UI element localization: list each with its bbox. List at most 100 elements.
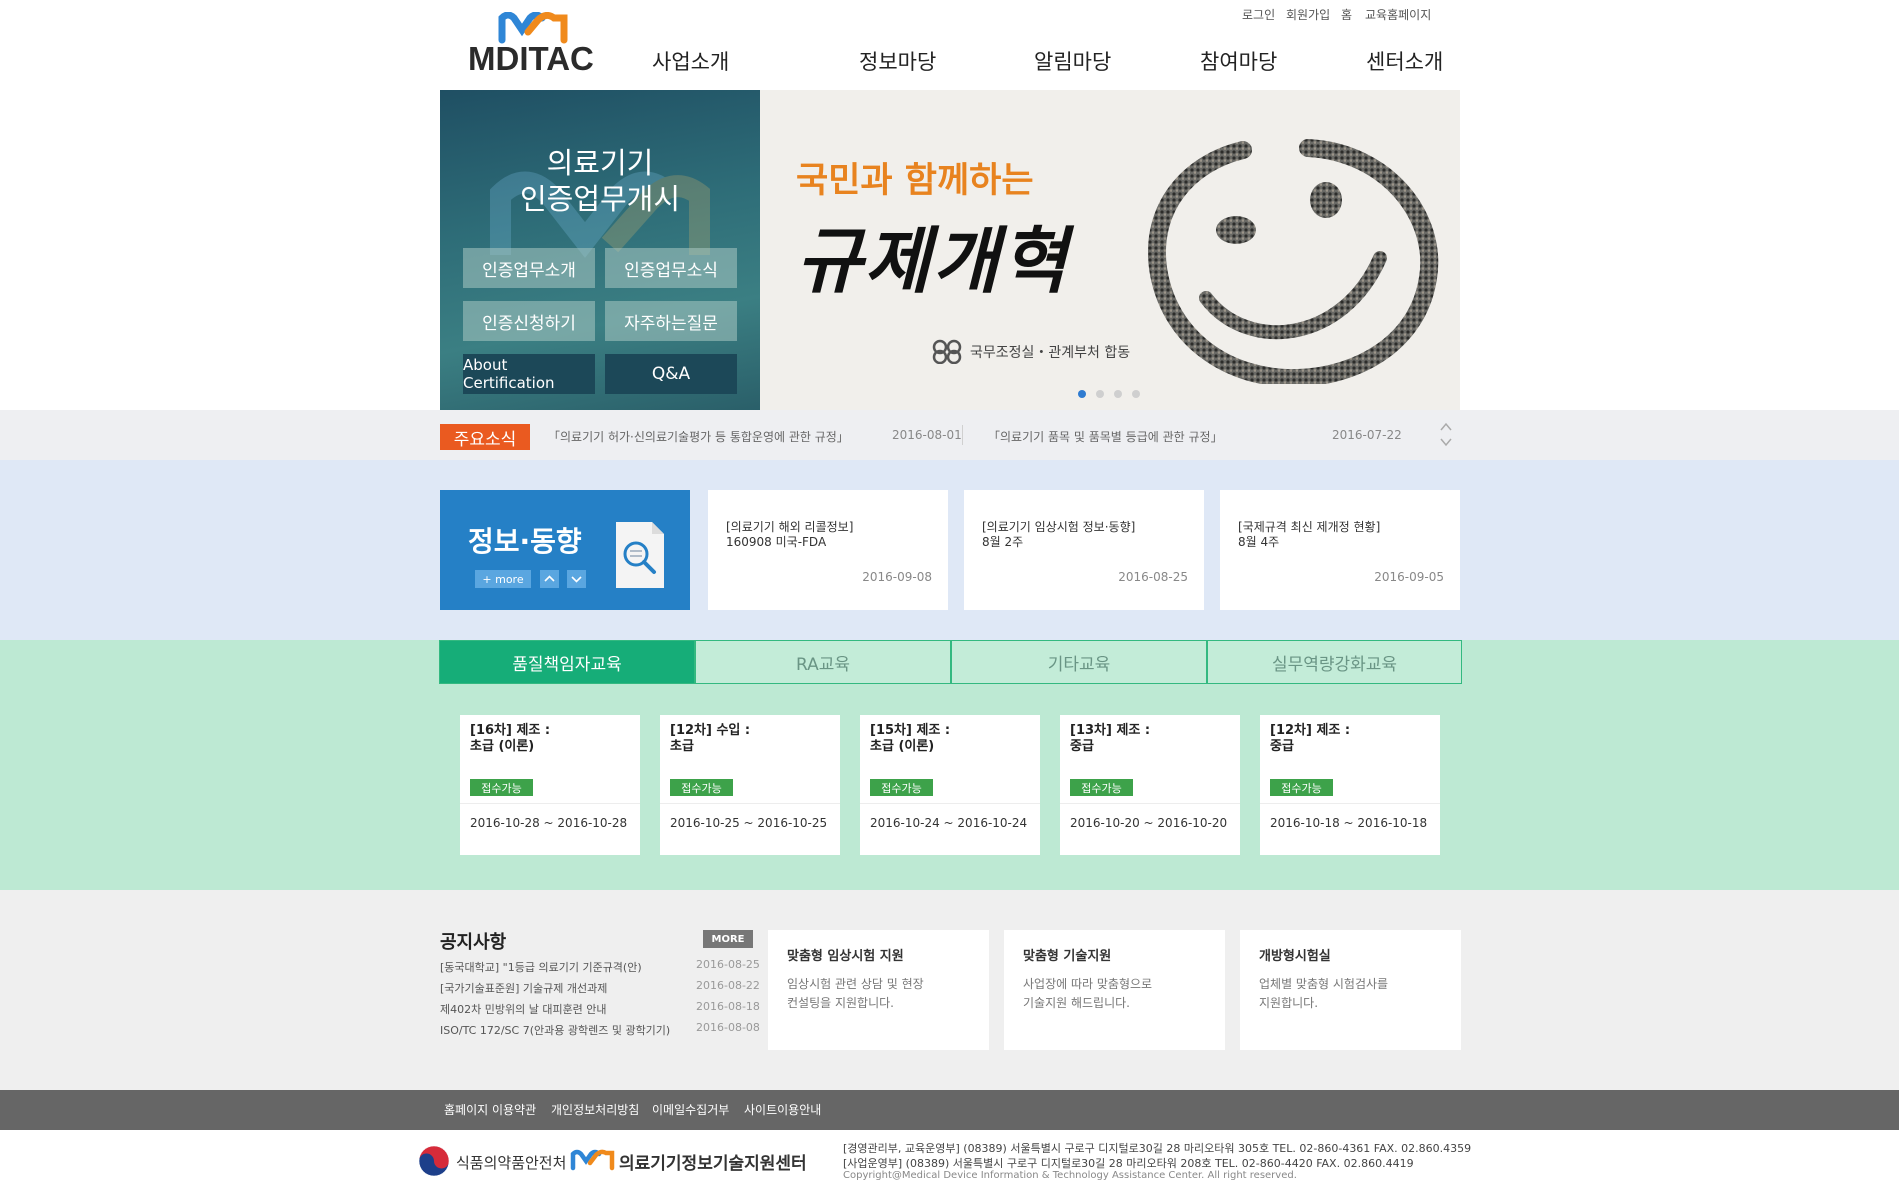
banner-calligraphy: 규제개혁	[796, 218, 1069, 303]
course-title-line1: [15차] 제조 :	[870, 723, 951, 738]
news-down-arrow-icon[interactable]	[1439, 437, 1453, 447]
info-card-date: 2016-08-25	[1118, 570, 1188, 584]
service-title: 맞춤형 기술지원	[1023, 949, 1112, 964]
status-badge: 접수가능	[870, 779, 933, 796]
nav-center[interactable]: 센터소개	[1366, 46, 1443, 76]
cert-title-line2: 인증업무개시	[519, 182, 681, 216]
smiley-crowd-icon	[1148, 139, 1439, 384]
nav-business[interactable]: 사업소개	[652, 46, 729, 76]
card-divider	[660, 803, 840, 804]
banner-headline: 국민과 함께하는	[796, 161, 1034, 201]
info-trend-title: 정보·동향	[468, 525, 582, 558]
cert-apply-button[interactable]: 인증신청하기	[463, 301, 595, 341]
nav-info[interactable]: 정보마당	[859, 46, 936, 76]
cert-intro-button[interactable]: 인증업무소개	[463, 248, 595, 288]
service-title: 개방형시험실	[1259, 949, 1331, 964]
card-divider	[1060, 803, 1240, 804]
home-link[interactable]: 홈	[1341, 6, 1352, 23]
site-header: MDITAC 로그인 회원가입 홈 교육홈페이지 사업소개 정보마당 알림마당 …	[0, 0, 1899, 90]
tab-other-education[interactable]: 기타교육	[951, 640, 1207, 684]
slide-dot-1[interactable]	[1078, 390, 1086, 398]
info-card[interactable]: [국제규격 최신 제개정 현황] 8월 4주 2016-09-05	[1220, 490, 1460, 610]
course-title-line1: [12차] 수입 :	[670, 723, 751, 738]
info-next-button[interactable]	[567, 570, 586, 588]
info-prev-button[interactable]	[540, 570, 559, 588]
course-title-line1: [13차] 제조 :	[1070, 723, 1151, 738]
nav-notice[interactable]: 알림마당	[1034, 46, 1111, 76]
signup-link[interactable]: 회원가입	[1286, 6, 1330, 23]
tab-ra-education[interactable]: RA교육	[695, 640, 951, 684]
nav-participation[interactable]: 참여마당	[1200, 46, 1277, 76]
cert-news-button[interactable]: 인증업무소식	[605, 248, 737, 288]
news-item-title[interactable]: 「의료기기 허가·신의료기술평가 등 통합운영에 관한 규정」	[548, 428, 849, 445]
info-card-category: [국제규격 최신 제개정 현황]	[1238, 520, 1381, 534]
notice-date: 2016-08-22	[696, 979, 760, 992]
course-period: 2016-10-24 ~ 2016-10-24	[870, 816, 1028, 830]
edu-homepage-link[interactable]: 교육홈페이지	[1365, 6, 1431, 23]
service-card-technical[interactable]: 맞춤형 기술지원 사업장에 따라 맞춤형으로 기술지원 해드립니다.	[1004, 930, 1225, 1050]
service-description: 사업장에 따라 맞춤형으로 기술지원 해드립니다.	[1023, 977, 1153, 1010]
cert-qna-button[interactable]: Q&A	[605, 354, 737, 394]
card-divider	[460, 803, 640, 804]
footer-email-refusal-link[interactable]: 이메일수집거부	[652, 1101, 729, 1118]
info-trend-section	[0, 460, 1899, 640]
news-item-title[interactable]: 「의료기기 품목 및 품목별 등급에 관한 규정」	[988, 428, 1223, 445]
government-emblem-icon	[932, 339, 962, 364]
news-up-arrow-icon[interactable]	[1439, 422, 1453, 432]
course-period: 2016-10-28 ~ 2016-10-28	[470, 816, 628, 830]
info-more-button[interactable]: + more	[475, 570, 531, 588]
service-card-open-lab[interactable]: 개방형시험실 업체별 맞춤형 시험검사를 지원합니다.	[1240, 930, 1461, 1050]
certification-panel: 의료기기 인증업무개시 인증업무소개 인증업무소식 인증신청하기 자주하는질문 …	[440, 90, 760, 410]
course-card[interactable]: [16차] 제조 : 초급 (이론) 접수가능 2016-10-28 ~ 201…	[460, 715, 640, 855]
notice-item[interactable]: [동국대학교] "1등급 의료기기 기준규격(안)	[440, 959, 642, 975]
mfds-name: 식품의약품안전처	[456, 1154, 567, 1172]
login-link[interactable]: 로그인	[1242, 6, 1275, 23]
course-title-line2: 초급 (이론)	[870, 739, 935, 754]
notice-item[interactable]: [국가기술표준원] 기술규제 개선과제	[440, 980, 607, 996]
course-card[interactable]: [15차] 제조 : 초급 (이론) 접수가능 2016-10-24 ~ 201…	[860, 715, 1040, 855]
site-footer: 식품의약품안전처 의료기기정보기술지원센터 [경영관리부, 교육운영부] (08…	[0, 1130, 1899, 1193]
tab-practical-education[interactable]: 실무역량강화교육	[1207, 640, 1462, 684]
slide-dot-3[interactable]	[1114, 390, 1122, 398]
service-description: 임상시험 관련 상담 및 현장 컨설팅을 지원합니다.	[787, 977, 924, 1010]
footer-copyright: Copyright@Medical Device Information & T…	[843, 1170, 1297, 1181]
notice-more-button[interactable]: MORE	[703, 930, 753, 948]
mditac-small-logo-icon	[570, 1149, 615, 1171]
status-badge: 접수가능	[1270, 779, 1333, 796]
course-card[interactable]: [12차] 수입 : 초급 접수가능 2016-10-25 ~ 2016-10-…	[660, 715, 840, 855]
footer-terms-link[interactable]: 홈페이지 이용약관	[444, 1101, 536, 1118]
info-card-title: 8월 2주	[982, 535, 1024, 549]
footer-privacy-link[interactable]: 개인정보처리방침	[551, 1101, 639, 1118]
tab-quality-manager[interactable]: 품질책임자교육	[439, 640, 695, 684]
footer-address-1: [경영관리부, 교육운영부] (08389) 서울특별시 구로구 디지털로30길…	[843, 1142, 1472, 1155]
service-title: 맞춤형 임상시험 지원	[787, 949, 904, 964]
about-certification-button[interactable]: About Certification	[463, 354, 595, 394]
logo-wordmark[interactable]: MDITAC	[468, 40, 594, 78]
cert-faq-button[interactable]: 자주하는질문	[605, 301, 737, 341]
info-card-category: [의료기기 임상시험 정보·동향]	[982, 520, 1136, 534]
footer-address-2: [사업운영부] (08389) 서울특별시 구로구 디지털로30길 28 마리오…	[843, 1157, 1414, 1170]
info-card-date: 2016-09-05	[1374, 570, 1444, 584]
info-card[interactable]: [의료기기 해외 리콜정보] 160908 미국-FDA 2016-09-08	[708, 490, 948, 610]
main-banner[interactable]: 국민과 함께하는 규제개혁 국무조정실・관계부처 합동	[760, 90, 1460, 410]
info-card-category: [의료기기 해외 리콜정보]	[726, 520, 854, 534]
notice-item[interactable]: 제402차 민방위의 날 대피훈련 안내	[440, 1001, 607, 1017]
footer-site-guide-link[interactable]: 사이트이용안내	[744, 1101, 821, 1118]
course-title-line1: [12차] 제조 :	[1270, 723, 1351, 738]
service-description: 업체별 맞춤형 시험검사를 지원합니다.	[1259, 977, 1389, 1010]
slide-dot-2[interactable]	[1096, 390, 1104, 398]
slide-dot-4[interactable]	[1132, 390, 1140, 398]
course-card[interactable]: [13차] 제조 : 중급 접수가능 2016-10-20 ~ 2016-10-…	[1060, 715, 1240, 855]
chevron-down-icon	[571, 576, 582, 583]
notice-date: 2016-08-18	[696, 1000, 760, 1013]
course-period: 2016-10-25 ~ 2016-10-25	[670, 816, 828, 830]
banner-credit: 국무조정실・관계부처 합동	[970, 345, 1131, 361]
info-card[interactable]: [의료기기 임상시험 정보·동향] 8월 2주 2016-08-25	[964, 490, 1204, 610]
course-card[interactable]: [12차] 제조 : 중급 접수가능 2016-10-18 ~ 2016-10-…	[1260, 715, 1440, 855]
center-name: 의료기기정보기술지원센터	[619, 1154, 807, 1174]
course-title-line2: 초급	[670, 739, 694, 754]
card-divider	[1260, 803, 1440, 804]
notice-item[interactable]: ISO/TC 172/SC 7(안과용 광학렌즈 및 광학기기)	[440, 1022, 670, 1038]
news-divider	[962, 425, 963, 445]
service-card-clinical[interactable]: 맞춤형 임상시험 지원 임상시험 관련 상담 및 현장 컨설팅을 지원합니다.	[768, 930, 989, 1050]
